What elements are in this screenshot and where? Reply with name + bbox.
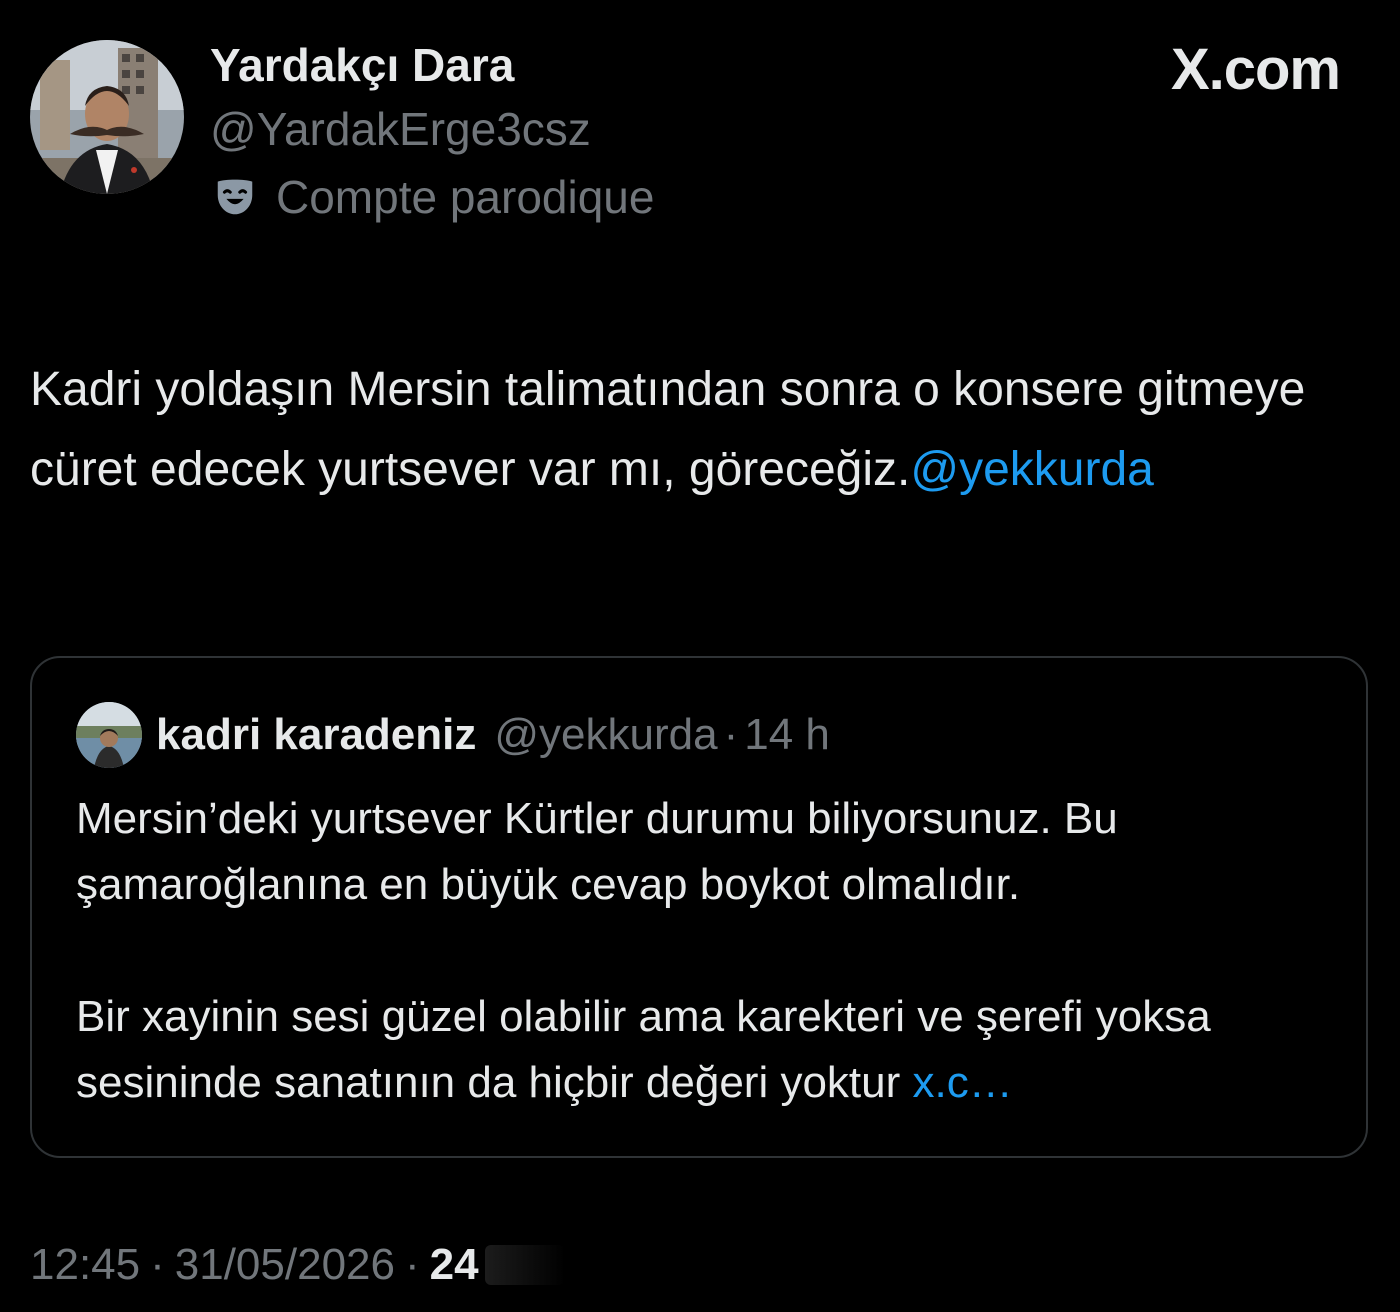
quoted-user-handle[interactable]: @yekkurda — [494, 710, 717, 760]
blurred-region — [484, 1245, 565, 1285]
tweet-text: Kadri yoldaşın Mersin talimatından sonra… — [30, 350, 1380, 510]
quoted-avatar-image — [76, 702, 142, 768]
quoted-user-avatar[interactable] — [76, 702, 142, 768]
display-name[interactable]: Yardakçı Dara — [210, 38, 514, 92]
parody-label-text: Compte parodique — [276, 171, 655, 223]
user-handle[interactable]: @YardakErge3csz — [210, 102, 591, 156]
quoted-tweet-card[interactable]: kadri karadeniz @yekkurda · 14 h Mersin’… — [30, 656, 1368, 1158]
separator-dot: · — [723, 710, 739, 759]
quoted-user-name[interactable]: kadri karadeniz — [156, 710, 476, 760]
quoted-paragraph-2: Bir xayinin sesi güzel olabilir ama kare… — [76, 992, 1211, 1107]
profile-avatar-image — [30, 40, 184, 194]
tweet-time[interactable]: 12:45 — [30, 1240, 140, 1290]
quoted-tweet-text: Mersin’deki yurtsever Kürtler durumu bil… — [76, 786, 1336, 1116]
tweet-mention-link[interactable]: @yekkurda — [910, 443, 1154, 496]
tweet-date[interactable]: 31/05/2026 — [175, 1240, 395, 1290]
separator-dot: · — [404, 1240, 420, 1289]
separator-dot: · — [150, 1240, 165, 1289]
profile-avatar[interactable] — [30, 40, 184, 194]
quoted-paragraph-1: Mersin’deki yurtsever Kürtler durumu bil… — [76, 794, 1118, 909]
tweet-meta: 12:45 · 31/05/2026 · 24 — [30, 1240, 565, 1290]
parody-account-label: Compte parodique — [212, 170, 654, 224]
quoted-paragraph-2-wrap: Bir xayinin sesi güzel olabilir ama kare… — [76, 984, 1336, 1116]
brand-logo-text: X.com — [1170, 37, 1341, 102]
view-count: 24 — [429, 1240, 479, 1289]
truncated-link[interactable]: x.c… — [913, 1058, 1013, 1107]
theater-mask-icon — [217, 179, 253, 215]
quoted-tweet-header: kadri karadeniz @yekkurda · 14 h — [76, 702, 830, 768]
quoted-tweet-time[interactable]: 14 h — [744, 710, 830, 760]
